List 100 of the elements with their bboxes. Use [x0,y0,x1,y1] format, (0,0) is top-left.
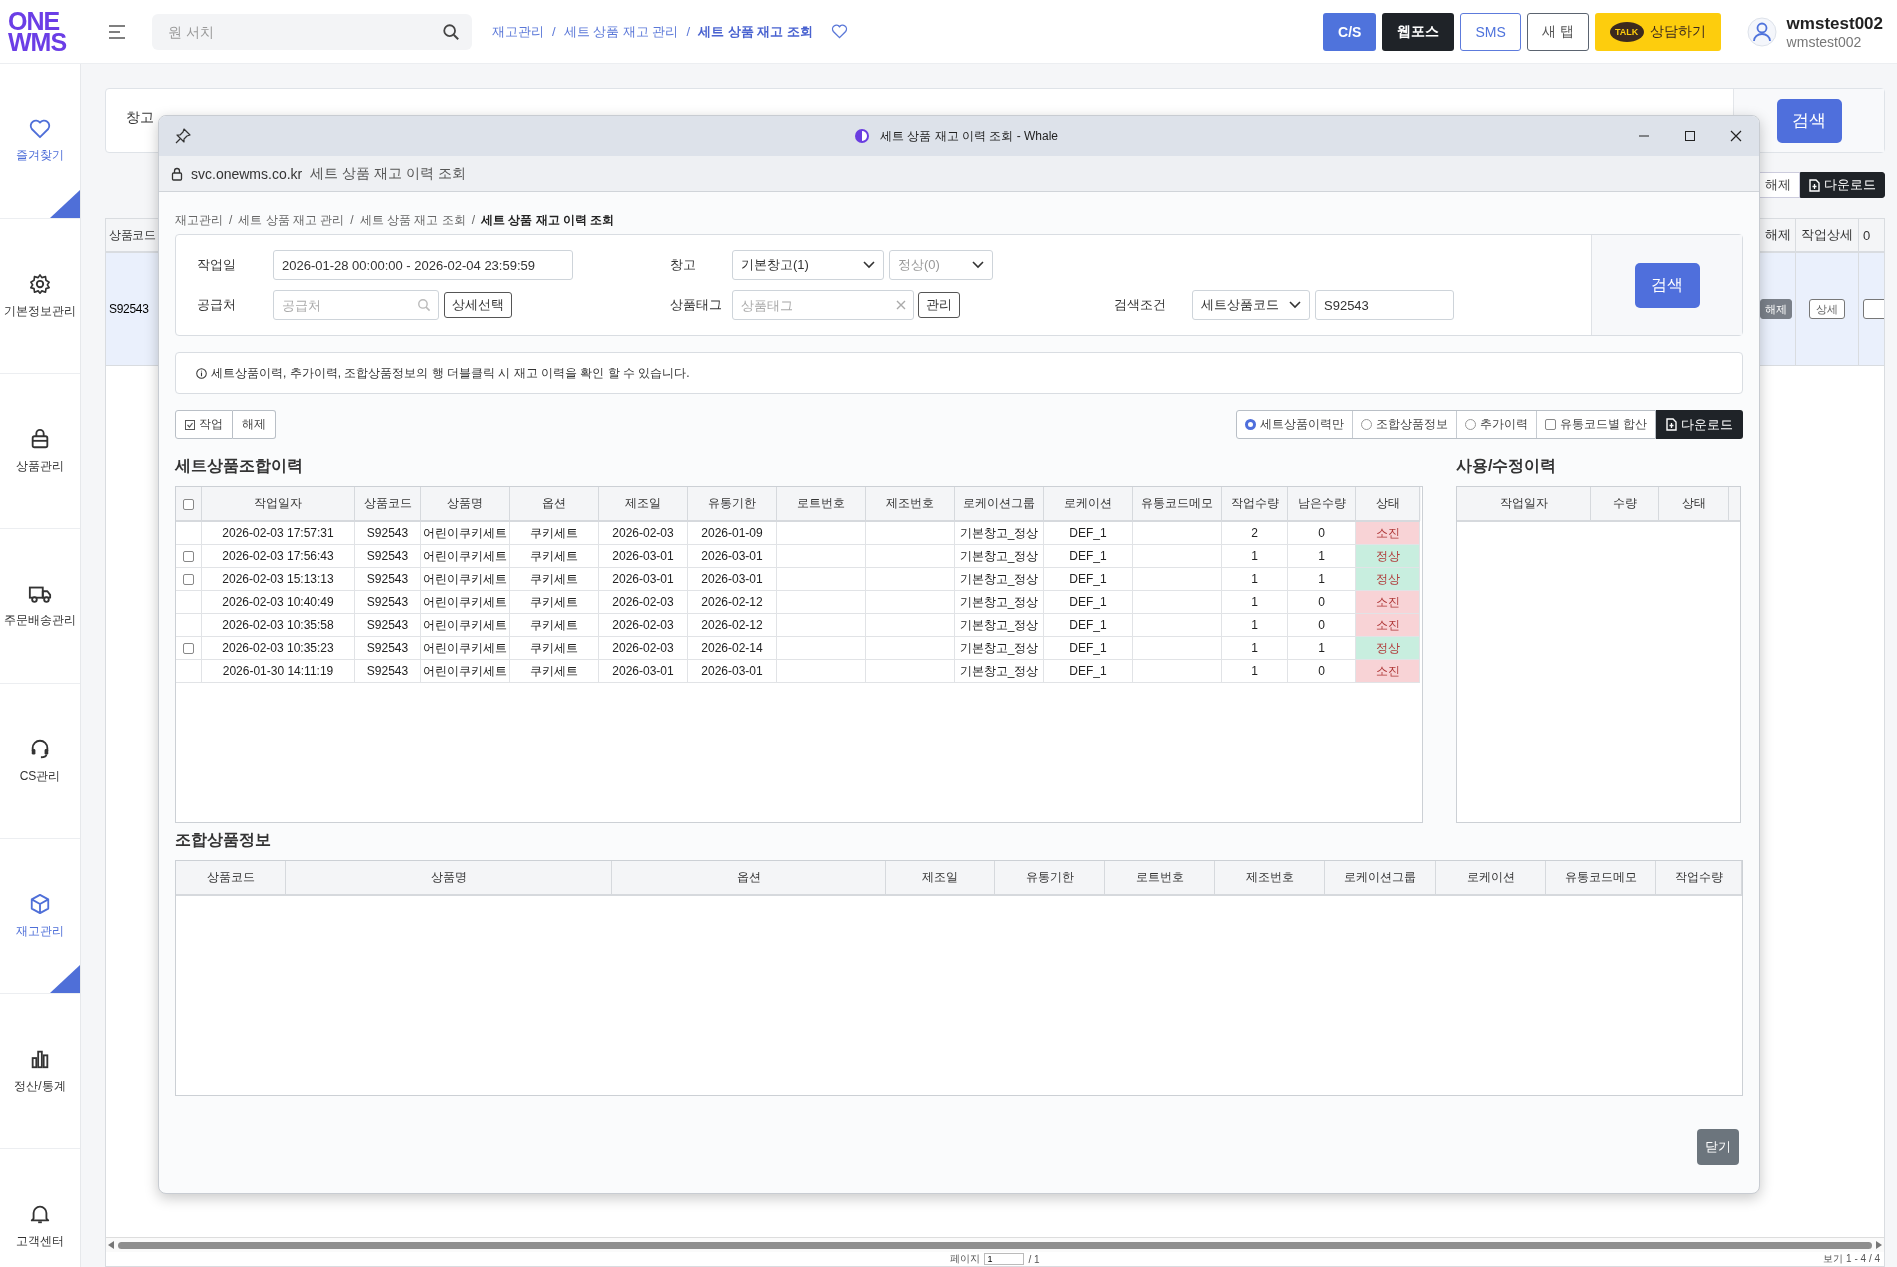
radio-button[interactable] [1360,419,1372,430]
detail-select-button[interactable]: 상세선택 [444,292,512,318]
sidebar-item[interactable]: 고객센터 [0,1149,80,1267]
supplier-field[interactable]: 공급처 [273,290,439,320]
logo[interactable]: ONE WMS [8,10,68,53]
table-row[interactable]: 2026-02-03 10:35:58 S92543 어린이쿠키세트 쿠키세트 2026-02-03 2026-02-12 기본창고_정상 DEF_1 1 0 소진 [176,613,1420,637]
checkbox[interactable] [1544,419,1556,430]
row-button[interactable]: 상세 [1809,299,1845,319]
breadcrumb-separator: / [552,24,556,39]
table-row[interactable]: 2026-02-03 10:35:23 S92543 어린이쿠키세트 쿠키세트 2026-02-03 2026-02-14 기본창고_정상 DEF_1 1 1 정상 [176,636,1420,660]
browser-logo-icon [854,128,870,144]
scrollbar-thumb[interactable] [118,1241,1872,1249]
table-cell: 어린이쿠키세트 [423,663,507,678]
table-cell: 어린이쿠키세트 [423,594,507,609]
menu-icon[interactable] [108,24,126,39]
header-button[interactable]: C/S [1323,12,1377,51]
search-button[interactable]: 검색 [1634,262,1700,308]
sidebar-item[interactable]: 주문배송관리 [0,529,80,684]
table-row[interactable]: 2026-02-03 15:13:13 S92543 어린이쿠키세트 쿠키세트 2026-03-01 2026-03-01 기본창고_정상 DEF_1 1 1 정상 [176,567,1420,591]
favorite-heart-icon[interactable] [830,24,848,39]
table-cell: 0 [1318,526,1325,540]
table-cell: 어린이쿠키세트 [423,548,507,563]
table-cell: 2026-02-03 [612,641,674,655]
search-button[interactable]: 검색 [1776,98,1842,143]
search-query-field[interactable]: S92543 [1315,290,1454,320]
row-button[interactable]: 해제 [1760,299,1792,319]
header-button[interactable]: 새 탭 [1526,12,1589,51]
sidebar-item[interactable]: 상품관리 [0,374,80,529]
scroll-left-icon[interactable] [108,1241,114,1249]
checkbox[interactable] [183,643,194,655]
column-header: 수량 [1612,496,1637,510]
condition-dropdown[interactable]: 세트상품코드 [1192,290,1310,320]
tag-field[interactable]: 상품태그 [732,290,914,320]
consult-button[interactable]: TALK 상담하기 [1594,12,1721,51]
radio-button[interactable] [1244,419,1256,430]
table-cell: 쿠키세트 [530,617,578,632]
search-field[interactable]: 원 서치 [152,13,472,50]
table-cell: 2026-01-09 [701,526,763,540]
checkbox[interactable] [183,498,194,510]
column-header: 해제 [1765,226,1791,244]
column-header: 제조일 [922,870,958,884]
breadcrumb-link[interactable]: 세트 상품 재고 조회 [698,22,813,41]
sidebar-item[interactable]: 정산/통계 [0,994,80,1149]
pin-icon[interactable] [175,128,191,144]
table-cell: DEF_1 [1069,664,1107,678]
url-host: svc.onewms.co.kr [191,165,303,182]
table-cell: 어린이쿠키세트 [423,640,507,655]
table-row[interactable]: 2026-02-03 17:56:43 S92543 어린이쿠키세트 쿠키세트 2026-03-01 2026-03-01 기본창고_정상 DEF_1 1 1 정상 [176,544,1420,568]
info-icon [196,367,207,379]
table-cell: 1 [1251,572,1258,586]
table-cell: 2026-03-01 [612,549,674,563]
breadcrumb-link[interactable]: 세트 상품 재고 이력 조회 [481,211,615,229]
table-cell: DEF_1 [1069,526,1107,540]
table-cell: 기본창고_정상 [959,548,1039,563]
breadcrumb-link[interactable]: 재고관리 [175,211,223,229]
radio-button[interactable] [1464,419,1476,430]
checkbox-option[interactable]: 유통코드별 합산 [1535,411,1655,438]
table-row[interactable]: 2026-02-03 17:57:31 S92543 어린이쿠키세트 쿠키세트 2026-02-03 2026-01-09 기본창고_정상 DEF_1 2 0 소진 [176,521,1420,545]
field-label: 검색조건 [1114,296,1167,314]
table-cell: 2026-02-03 [612,526,674,540]
column-header: 작업수량 [1674,870,1723,884]
download-button[interactable]: 다운로드 [1656,410,1743,439]
sidebar-item[interactable]: 재고관리 [0,839,80,994]
date-range-field[interactable]: 2026-01-28 00:00:00 - 2026-02-04 23:59:59 [273,250,573,280]
sidebar-item[interactable]: 즐겨찾기 [0,64,80,219]
chat-bubble-icon: TALK [1609,21,1644,42]
breadcrumb-link[interactable]: 세트 상품 재고 조회 [359,211,466,229]
search-icon [417,298,431,312]
page-input[interactable]: 1 [984,1253,1025,1265]
download-button[interactable]: 다운로드 [1800,172,1885,198]
checkbox[interactable] [183,574,194,586]
table-cell: 1 [1251,595,1258,609]
close-button[interactable]: 닫기 [1697,1129,1739,1165]
radio-option[interactable]: 추가이력 [1455,411,1536,438]
breadcrumb-link[interactable]: 재고관리 [492,22,544,41]
breadcrumb-link[interactable]: 세트 상품 재고 관리 [238,211,345,229]
table-cell: DEF_1 [1069,549,1107,563]
table-row[interactable]: 2026-02-03 10:40:49 S92543 어린이쿠키세트 쿠키세트 2026-02-03 2026-02-12 기본창고_정상 DEF_1 1 0 소진 [176,590,1420,614]
user-avatar-icon[interactable] [1746,16,1777,47]
radio-option[interactable]: 조합상품정보 [1351,411,1456,438]
breadcrumb-link[interactable]: 세트 상품 재고 관리 [563,22,679,41]
action-button[interactable]: 해제 [233,410,276,439]
column-header: 유통코드메모 [1564,870,1637,884]
sidebar-item[interactable]: CS관리 [0,684,80,839]
heart-icon [29,118,51,139]
action-button[interactable]: 작업 [175,410,233,439]
table-cell: 0 [1318,618,1325,632]
clear-icon[interactable] [896,300,906,310]
manage-button[interactable]: 관리 [918,292,960,318]
warehouse-dropdown[interactable]: 기본창고(1) [732,250,884,280]
checkbox[interactable] [183,551,194,563]
header-button[interactable]: 웹포스 [1382,12,1455,51]
radio-option[interactable]: 세트상품이력만 [1236,411,1352,438]
scroll-right-icon[interactable] [1876,1241,1882,1249]
sidebar-item[interactable]: 기본정보관리 [0,219,80,374]
field-label: 상품태그 [670,296,723,314]
table-row[interactable]: 2026-01-30 14:11:19 S92543 어린이쿠키세트 쿠키세트 2026-03-01 2026-03-01 기본창고_정상 DEF_1 1 0 소진 [176,659,1420,683]
table-cell: 쿠키세트 [530,663,578,678]
table-cell: 어린이쿠키세트 [423,617,507,632]
header-button[interactable]: SMS [1460,12,1521,51]
